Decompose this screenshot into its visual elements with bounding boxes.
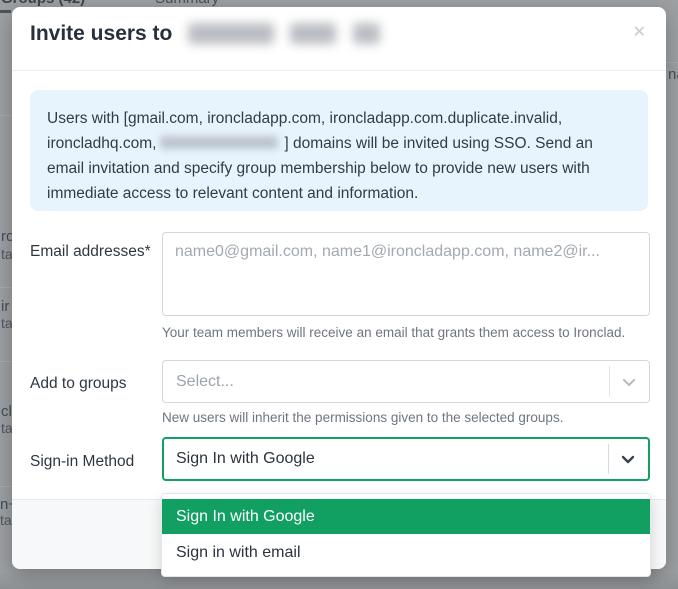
email-addresses-input[interactable] [162,232,650,316]
banner-line: email invitation and specify group membe… [47,160,590,177]
background-divider [0,287,11,288]
background-text-fragment: cl [1,403,12,420]
background-text-fragment: ta [1,420,13,436]
option-sign-in-with-google[interactable]: Sign In with Google [162,499,650,534]
add-to-groups-label: Add to groups [30,375,127,392]
background-divider [0,361,11,362]
chevron-down-icon[interactable] [618,449,638,469]
background-divider [0,115,11,116]
modal-title-text: Invite users to [30,22,173,45]
close-icon[interactable]: ✕ [629,21,650,45]
background-tab-groups: Groups (42) [1,0,85,7]
groups-select-placeholder: Select... [176,373,234,390]
invite-users-modal: Invite users to ✕ Users with [gmail.com,… [12,7,666,577]
background-divider [0,486,11,487]
background-text-fragment: ta [1,315,13,331]
sso-info-banner: Users with [gmail.com, ironcladapp.com, … [30,90,648,211]
select-divider [609,366,610,397]
signin-method-value: Sign In with Google [176,450,315,467]
background-tab-underline [0,10,11,13]
groups-select[interactable]: Select... [162,360,650,403]
select-divider [608,444,609,474]
background-text-fragment: ta [1,246,13,262]
background-divider [667,62,678,63]
option-sign-in-with-email[interactable]: Sign in with email [162,534,650,571]
signin-method-label: Sign-in Method [30,453,135,470]
background-text-fragment: ir [1,298,10,315]
redacted-company-name [290,23,337,44]
signin-method-dropdown: Sign In with Google Sign in with email [161,493,651,577]
redacted-company-name [188,23,275,44]
chevron-down-icon[interactable] [619,372,639,392]
banner-line: ironcladhq.com,] domains will be invited… [47,135,593,152]
signin-method-select[interactable]: Sign In with Google [162,437,650,481]
email-helper-text: Your team members will receive an email … [162,325,626,340]
banner-line: Users with [gmail.com, ironcladapp.com, … [47,110,563,127]
redacted-company-name [352,23,380,44]
email-addresses-label: Email addresses* [30,243,151,260]
modal-header: Invite users to ✕ [12,7,666,71]
groups-helper-text: New users will inherit the permissions g… [162,410,564,425]
background-text-fragment: ta [0,512,12,528]
background-tab-summary: Summary [155,0,219,7]
modal-title: Invite users to [30,22,380,46]
banner-line: immediate access to relevant content and… [47,185,419,202]
redacted-domain [160,136,279,149]
background-text-fragment: na [668,66,678,83]
